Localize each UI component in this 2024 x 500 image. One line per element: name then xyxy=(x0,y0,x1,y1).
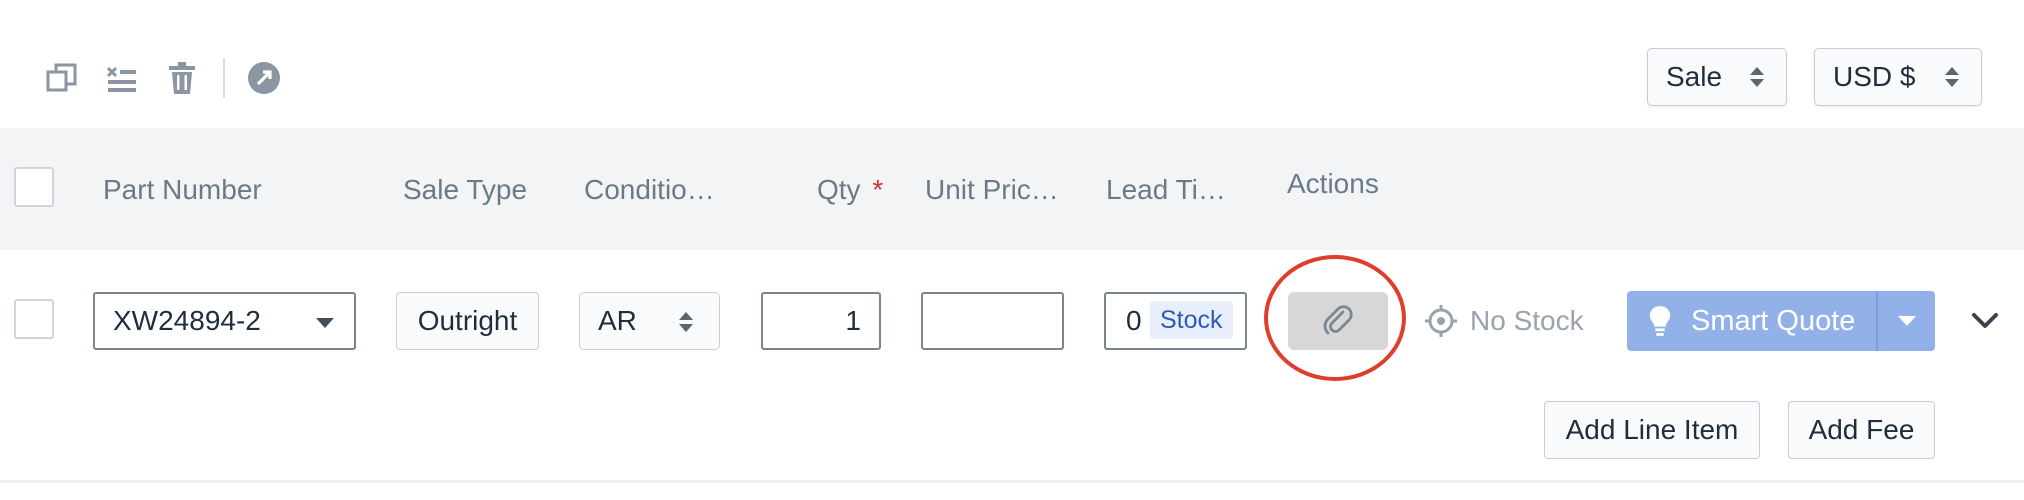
chevron-down-icon xyxy=(316,318,334,328)
column-header-actions: Actions xyxy=(1287,168,1379,199)
copy-icon[interactable] xyxy=(42,58,82,98)
add-fee-button[interactable]: Add Fee xyxy=(1788,401,1935,459)
column-header-qty[interactable]: Qty * xyxy=(817,174,883,206)
crosshair-icon xyxy=(1425,305,1457,337)
currency-select[interactable]: USD $ xyxy=(1814,48,1982,106)
column-header-part-number[interactable]: Part Number xyxy=(103,174,262,206)
stock-status-label: No Stock xyxy=(1470,305,1584,336)
qty-header-label: Qty xyxy=(817,174,861,205)
required-mark: * xyxy=(872,174,884,205)
row-checkbox[interactable] xyxy=(14,299,54,339)
stock-badge: Stock xyxy=(1150,301,1233,339)
add-line-item-button[interactable]: Add Line Item xyxy=(1544,401,1760,459)
condition-value: AR xyxy=(598,305,637,336)
stock-status: No Stock xyxy=(1424,298,1584,344)
column-header-condition[interactable]: Conditio… xyxy=(584,174,715,206)
part-number-select[interactable]: XW24894-2 xyxy=(93,292,356,350)
chevron-down-icon xyxy=(1972,313,1998,328)
caret-down-icon xyxy=(1897,316,1916,326)
clear-lines-icon[interactable] xyxy=(102,58,142,98)
sale-select[interactable]: Sale xyxy=(1647,48,1787,106)
select-all-checkbox[interactable] xyxy=(14,167,54,207)
currency-select-value: USD $ xyxy=(1833,61,1916,92)
toolbar-separator xyxy=(223,58,225,98)
updown-icon xyxy=(1750,67,1764,87)
qty-input[interactable]: 1 xyxy=(761,292,881,350)
lightbulb-icon xyxy=(1649,306,1671,336)
expand-row-chevron[interactable] xyxy=(1968,304,2002,338)
share-icon[interactable] xyxy=(244,58,284,98)
column-header-lead-time[interactable]: Lead Ti… xyxy=(1106,174,1226,206)
part-number-value: XW24894-2 xyxy=(113,305,261,336)
smart-quote-label: Smart Quote xyxy=(1691,304,1856,337)
condition-select[interactable]: AR xyxy=(579,292,720,350)
lead-time-value: 0 xyxy=(1126,305,1142,336)
column-header-sale-type[interactable]: Sale Type xyxy=(403,174,527,206)
sale-type-button[interactable]: Outright xyxy=(396,292,539,350)
sale-select-value: Sale xyxy=(1666,61,1723,92)
column-header-unit-price[interactable]: Unit Pric… xyxy=(925,174,1059,206)
qty-value: 1 xyxy=(845,305,861,336)
unit-price-input[interactable] xyxy=(921,292,1064,350)
highlight-ring xyxy=(1264,255,1406,381)
updown-icon xyxy=(1945,67,1959,87)
bottom-divider xyxy=(0,480,2024,483)
updown-icon xyxy=(679,312,693,332)
smart-quote-dropdown[interactable] xyxy=(1876,291,1935,351)
trash-icon[interactable] xyxy=(162,58,202,98)
